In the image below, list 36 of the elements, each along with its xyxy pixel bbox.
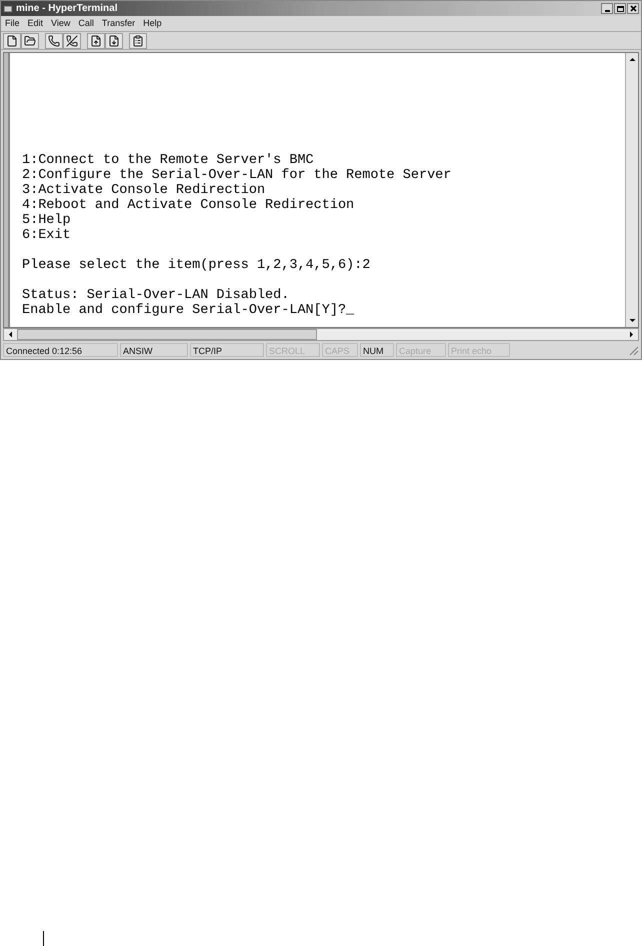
terminal-line: 1:Connect to the Remote Server's BMC (22, 153, 314, 168)
menu-item[interactable]: Help (143, 19, 162, 28)
terminal-line: Status: Serial-Over-LAN Disabled. (22, 288, 290, 303)
terminal-line: Please select the item(press 1,2,3,4,5,6):2 (22, 258, 370, 273)
terminal-line: 3:Activate Console Redirection (22, 183, 266, 198)
minimize-button[interactable] (601, 3, 613, 14)
status-pane: Connected 0:12:56 (3, 343, 118, 357)
status-pane: ANSIW (120, 343, 188, 357)
menu-item[interactable]: View (51, 19, 70, 28)
phone-icon[interactable] (45, 32, 63, 48)
status-pane: NUM (360, 343, 394, 357)
terminal-line: 2:Configure the Serial-Over-LAN for the Remote Server (22, 168, 452, 183)
status-pane: TCP/IP (190, 343, 264, 357)
close-button[interactable] (627, 3, 639, 14)
scroll-thumb[interactable] (17, 329, 317, 340)
properties-icon[interactable] (129, 32, 147, 48)
file-download-icon[interactable] (105, 32, 123, 48)
new-file-icon[interactable] (3, 32, 21, 48)
resize-grip-icon[interactable] (627, 344, 639, 356)
terminal-line: 4:Reboot and Activate Console Redirection (22, 198, 354, 213)
menu-item[interactable]: File (5, 19, 20, 28)
close-icon (630, 5, 636, 12)
vertical-scrollbar[interactable] (625, 53, 638, 327)
maximize-button[interactable] (614, 3, 626, 14)
file-upload-icon[interactable] (87, 32, 105, 48)
folder-icon[interactable] (21, 32, 39, 48)
terminal-line: 6:Exit (22, 228, 71, 243)
window-title: mine - HyperTerminal (16, 4, 118, 14)
menu-item[interactable]: Call (78, 19, 94, 28)
menu-item[interactable]: Edit (28, 19, 44, 28)
terminal-line: Enable and configure Serial-Over-LAN[Y]?_ (22, 303, 354, 318)
terminal-icon (3, 4, 13, 14)
terminal-line: 5:Help (22, 213, 71, 228)
menu-item[interactable]: Transfer (102, 19, 136, 28)
horizontal-scrollbar[interactable] (3, 328, 639, 341)
phone-off-icon[interactable] (63, 32, 81, 48)
